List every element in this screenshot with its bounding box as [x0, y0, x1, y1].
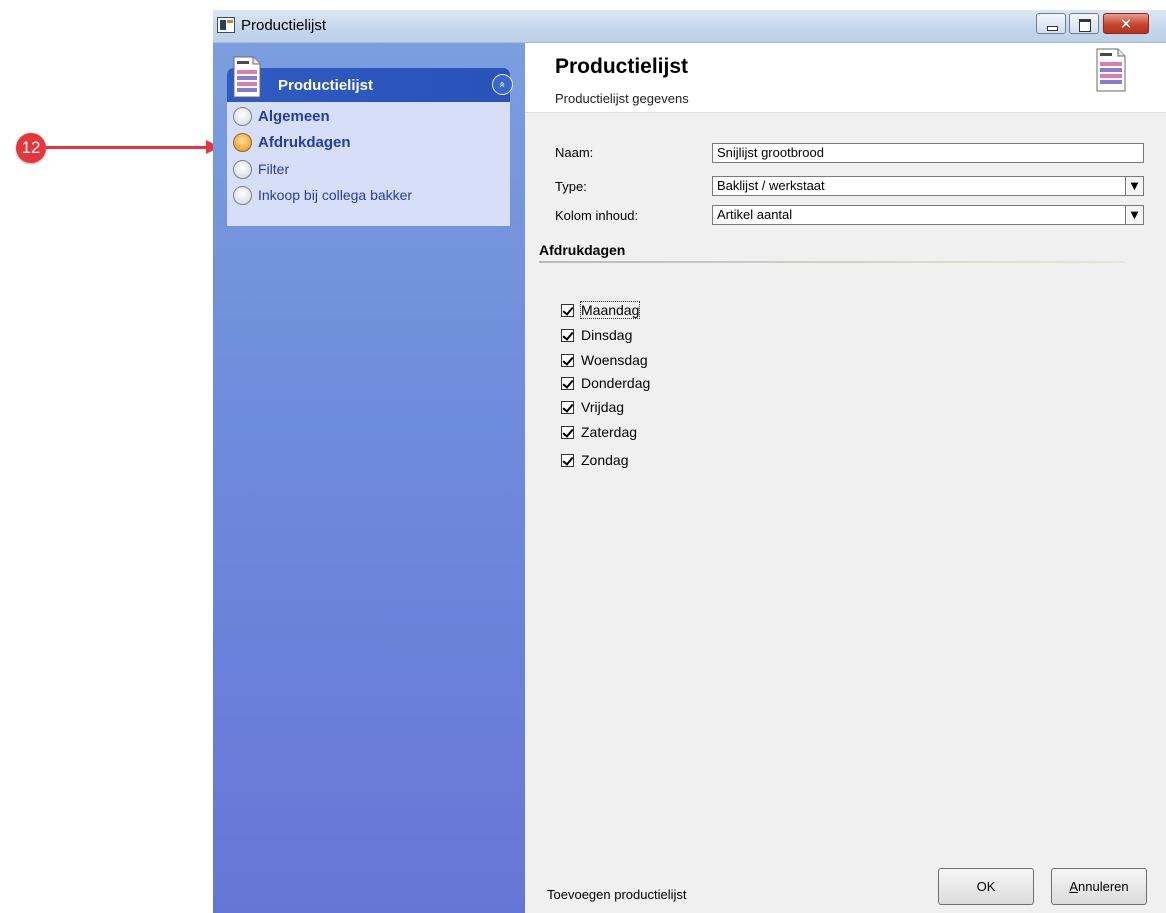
accelerator-letter: A: [1069, 879, 1079, 894]
sidebar-item-label: Filter: [258, 161, 290, 177]
app-window: Productielijst ✕ Productielijst « Algeme…: [213, 10, 1166, 913]
checkbox-vrijdag[interactable]: Vrijdag: [561, 398, 624, 416]
document-list-icon: [233, 56, 261, 98]
page-subtitle: Productielijst gegevens: [555, 91, 689, 106]
checkbox-zaterdag[interactable]: Zaterdag: [561, 423, 637, 441]
checkbox-checked-icon[interactable]: [561, 453, 574, 467]
sidebar-item-label: Afdrukdagen: [258, 133, 351, 151]
page-header: Productielijst Productielijst gegevens: [525, 43, 1166, 113]
annotation-badge: 12: [16, 133, 46, 163]
section-title: Afdrukdagen: [539, 242, 626, 258]
checkbox-dinsdag[interactable]: Dinsdag: [561, 326, 632, 344]
close-icon: ✕: [1119, 15, 1133, 33]
sidebar-item-afdrukdagen[interactable]: Afdrukdagen: [233, 131, 351, 153]
naam-label: Naam:: [555, 145, 594, 160]
naam-input[interactable]: Snijlijst grootbrood: [712, 143, 1144, 163]
checkbox-label: Vrijdag: [581, 399, 625, 415]
maximize-button[interactable]: [1069, 13, 1099, 34]
sidebar-panel-title: Productielijst: [278, 77, 374, 94]
checkbox-maandag[interactable]: Maandag: [561, 301, 641, 319]
annotation-arrow-line: [46, 146, 208, 149]
sidebar-item-label: Inkoop bij collega bakker: [258, 187, 413, 203]
close-button[interactable]: ✕: [1103, 13, 1149, 34]
kolom-label: Kolom inhoud:: [555, 208, 639, 223]
kolom-select[interactable]: Artikel aantal ▼: [712, 205, 1144, 225]
main-panel: Productielijst Productielijst gegevens N…: [525, 43, 1166, 913]
sidebar-nav-list: Algemeen Afdrukdagen Filter Inkoop bij c…: [227, 102, 510, 226]
chevron-up-icon: «: [495, 81, 509, 88]
section-divider: [539, 261, 1125, 263]
checkbox-checked-icon[interactable]: [561, 353, 574, 367]
document-list-icon: [1096, 48, 1126, 92]
checkbox-donderdag[interactable]: Donderdag: [561, 374, 650, 392]
minimize-button[interactable]: [1036, 13, 1066, 34]
kolom-select-value: Artikel aantal: [717, 207, 793, 222]
nav-radio-icon: [233, 159, 252, 179]
page-title: Productielijst: [555, 55, 689, 78]
sidebar-item-label: Algemeen: [258, 107, 330, 125]
checkbox-checked-icon[interactable]: [561, 400, 574, 414]
cancel-button[interactable]: Annuleren: [1051, 868, 1147, 905]
checkbox-label: Maandag: [579, 301, 641, 319]
sidebar-item-filter[interactable]: Filter: [233, 158, 289, 180]
checkbox-checked-icon[interactable]: [561, 328, 574, 342]
checkbox-checked-icon[interactable]: [561, 303, 574, 317]
app-icon: [217, 17, 235, 33]
checkbox-label: Woensdag: [581, 352, 648, 368]
sidebar-item-inkoop[interactable]: Inkoop bij collega bakker: [233, 184, 412, 206]
type-select[interactable]: Baklijst / werkstaat ▼: [712, 176, 1144, 196]
sidebar-panel-header[interactable]: Productielijst «: [227, 68, 513, 102]
checkbox-checked-icon[interactable]: [561, 425, 574, 439]
window-title: Productielijst: [241, 17, 327, 34]
checkbox-label: Donderdag: [581, 375, 651, 391]
checkbox-label: Dinsdag: [581, 327, 633, 343]
checkbox-checked-icon[interactable]: [561, 376, 574, 390]
checkbox-label: Zaterdag: [581, 424, 638, 440]
nav-radio-active-icon: [233, 132, 252, 152]
title-bar[interactable]: Productielijst ✕: [213, 10, 1166, 43]
ok-button[interactable]: OK: [938, 868, 1034, 905]
nav-radio-icon: [233, 106, 252, 126]
dialog-footer: Toevoegen productielijst OK Annuleren: [525, 830, 1166, 913]
collapse-panel-icon[interactable]: «: [492, 74, 513, 95]
sidebar-item-algemeen[interactable]: Algemeen: [233, 105, 330, 127]
screenshot: 12 Productielijst ✕ Productielijst « Alg…: [0, 0, 1166, 913]
nav-radio-icon: [233, 185, 252, 205]
checkbox-woensdag[interactable]: Woensdag: [561, 351, 648, 369]
sidebar: Productielijst « Algemeen Afdrukdagen Fi…: [213, 43, 525, 913]
chevron-down-icon[interactable]: ▼: [1125, 177, 1143, 195]
chevron-down-icon[interactable]: ▼: [1125, 206, 1143, 224]
checkbox-zondag[interactable]: Zondag: [561, 451, 628, 469]
type-select-value: Baklijst / werkstaat: [717, 178, 825, 193]
status-text: Toevoegen productielijst: [547, 887, 687, 902]
type-label: Type:: [555, 179, 587, 194]
checkbox-label: Zondag: [581, 452, 629, 468]
annotation-number: 12: [21, 138, 41, 157]
